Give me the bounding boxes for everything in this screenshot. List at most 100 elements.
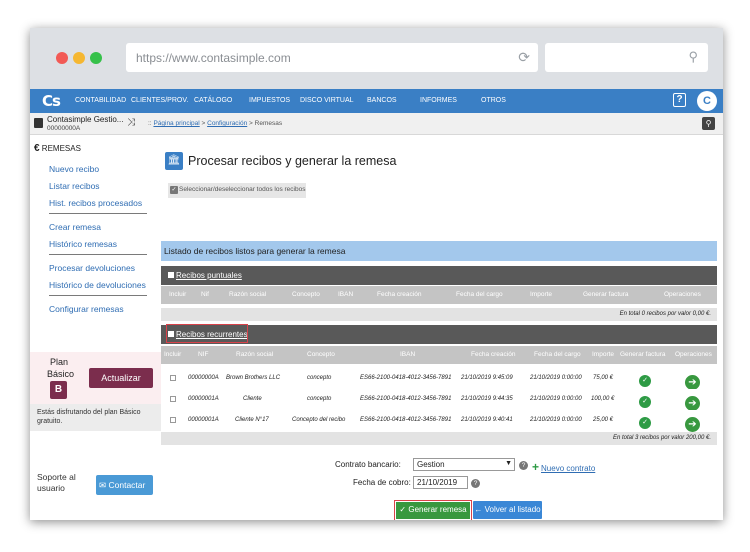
- sidebar-item-configurar-remesas[interactable]: Configurar remesas: [49, 304, 124, 314]
- column-header[interactable]: Importe: [592, 351, 614, 358]
- sidebar-item-historico-remesas[interactable]: Histórico remesas: [49, 239, 117, 249]
- check-circle-icon[interactable]: ✓: [639, 375, 651, 387]
- help-icon[interactable]: ?: [519, 461, 528, 470]
- cell-iban: ES66-2100-0418-4012-3456-7891: [360, 396, 452, 402]
- column-header[interactable]: IBAN: [338, 291, 353, 298]
- include-checkbox[interactable]: [170, 375, 176, 381]
- include-checkbox[interactable]: [170, 396, 176, 402]
- generar-remesa-button[interactable]: ✓ Generar remesa: [394, 500, 472, 520]
- column-header[interactable]: Generar factura: [583, 291, 629, 298]
- sidebar-item-historico-devoluciones[interactable]: Histórico de devoluciones: [49, 280, 146, 290]
- breadcrumb-config-link[interactable]: Configuración: [207, 120, 247, 127]
- contact-label: Contactar: [108, 480, 146, 490]
- sidebar-item-listar-recibos[interactable]: Listar recibos: [49, 181, 100, 191]
- column-header[interactable]: Generar factura: [620, 351, 666, 358]
- help-icon[interactable]: ?: [471, 479, 480, 488]
- breadcrumb-current: Remesas: [254, 120, 283, 127]
- select-all-toggle[interactable]: ✓ Seleccionar/deseleccionar todos los re…: [168, 183, 306, 198]
- recurrentes-column-header: Incluir NIF Razón social Concepto IBAN F…: [161, 346, 717, 364]
- generar-remesa-inner: ✓ Generar remesa: [396, 502, 470, 519]
- switch-company-icon[interactable]: ⤨: [127, 117, 135, 128]
- sidebar: € REMESAS Nuevo recibo Listar recibos Hi…: [30, 135, 161, 520]
- section-checkbox[interactable]: [168, 272, 174, 278]
- section-puntuales[interactable]: Recibos puntuales: [161, 266, 717, 285]
- sidebar-divider: [49, 254, 147, 255]
- plan-box: Plan Básico B Actualizar: [30, 352, 161, 404]
- fecha-input[interactable]: 21/10/2019: [413, 476, 468, 489]
- arrow-right-icon[interactable]: ➔: [685, 417, 700, 432]
- column-header[interactable]: Concepto: [292, 291, 320, 298]
- reload-icon[interactable]: ⟳: [518, 49, 530, 66]
- nav-catalogo[interactable]: CATÁLOGO: [194, 97, 232, 104]
- nav-informes[interactable]: INFORMES: [420, 97, 457, 104]
- column-header[interactable]: Concepto: [307, 351, 335, 358]
- select-all-checkbox[interactable]: ✓: [170, 186, 178, 194]
- nuevo-contrato-label: Nuevo contrato: [541, 464, 596, 473]
- help-icon[interactable]: ?: [673, 93, 686, 107]
- column-header[interactable]: Fecha creación: [471, 351, 515, 358]
- sidebar-item-procesar-devoluciones[interactable]: Procesar devoluciones: [49, 263, 135, 273]
- include-checkbox[interactable]: [170, 417, 176, 423]
- arrow-right-icon[interactable]: ➔: [685, 396, 700, 411]
- company-bar: Contasimple Gestio... 00000000A ⤨ :: Pág…: [30, 113, 723, 135]
- list-header: Listado de recibos listos para generar l…: [161, 241, 717, 261]
- plan-badge: B: [50, 381, 67, 399]
- search-icon[interactable]: ⚲: [688, 49, 698, 65]
- sidebar-item-crear-remesa[interactable]: Crear remesa: [49, 222, 101, 232]
- column-header[interactable]: Fecha del cargo: [534, 351, 581, 358]
- browser-search-bar[interactable]: ⚲: [545, 43, 708, 72]
- puntuales-total: En total 0 recibos por valor 0,00 €.: [619, 311, 711, 317]
- volver-listado-button[interactable]: ← Volver al listado: [473, 501, 542, 519]
- column-header[interactable]: Incluir: [169, 291, 186, 298]
- nuevo-contrato-link[interactable]: + Nuevo contrato: [532, 460, 595, 474]
- check-circle-icon[interactable]: ✓: [639, 417, 651, 429]
- nav-clientes[interactable]: CLIENTES/PROV.: [131, 97, 188, 104]
- column-header[interactable]: Incluir: [164, 351, 181, 358]
- breadcrumb-home-link[interactable]: Página principal: [153, 120, 199, 127]
- nav-bancos[interactable]: BANCOS: [367, 97, 397, 104]
- page-title: Procesar recibos y generar la remesa: [188, 154, 397, 168]
- nav-impuestos[interactable]: IMPUESTOS: [249, 97, 290, 104]
- url-text: https://www.contasimple.com: [136, 51, 291, 65]
- sidebar-divider: [49, 295, 147, 296]
- column-header[interactable]: Nif: [201, 291, 209, 298]
- url-bar[interactable]: https://www.contasimple.com ⟳: [126, 43, 538, 72]
- search-icon[interactable]: ⚲: [702, 117, 715, 130]
- column-header[interactable]: NIF: [198, 351, 208, 358]
- nav-otros[interactable]: OTROS: [481, 97, 506, 104]
- column-header[interactable]: IBAN: [400, 351, 415, 358]
- column-header[interactable]: Razón social: [229, 291, 266, 298]
- column-header[interactable]: Operaciones: [664, 291, 701, 298]
- column-header[interactable]: Razón social: [236, 351, 273, 358]
- contact-button[interactable]: ✉ Contactar: [96, 475, 153, 495]
- nav-disco-virtual[interactable]: DISCO VIRTUAL: [300, 97, 354, 104]
- contasimple-logo[interactable]: Cs: [42, 92, 61, 110]
- section-puntuales-title[interactable]: Recibos puntuales: [176, 271, 242, 280]
- sidebar-item-hist-recibos[interactable]: Hist. recibos procesados: [49, 198, 142, 208]
- company-name[interactable]: Contasimple Gestio...: [47, 115, 123, 124]
- breadcrumb-sep: ::: [148, 120, 152, 127]
- bank-icon: 🏛: [165, 152, 183, 170]
- column-header[interactable]: Importe: [530, 291, 552, 298]
- sidebar-item-nuevo-recibo[interactable]: Nuevo recibo: [49, 164, 99, 174]
- minimize-dot-icon[interactable]: [73, 52, 85, 64]
- check-icon: ✓: [399, 505, 407, 514]
- maximize-dot-icon[interactable]: [90, 52, 102, 64]
- cell-nif: 00000001A: [188, 417, 219, 423]
- upgrade-button[interactable]: Actualizar: [89, 368, 153, 388]
- close-dot-icon[interactable]: [56, 52, 68, 64]
- euro-icon: €: [34, 143, 40, 154]
- nav-contabilidad[interactable]: CONTABILIDAD: [75, 97, 126, 104]
- column-header[interactable]: Fecha creación: [377, 291, 421, 298]
- arrow-right-icon[interactable]: ➔: [685, 375, 700, 390]
- browser-window: https://www.contasimple.com ⟳ ⚲ Cs CONTA…: [30, 28, 723, 520]
- cell-cargo: 21/10/2019 0:00:00: [530, 396, 582, 402]
- contrato-select[interactable]: Gestion ▼: [413, 458, 515, 471]
- sidebar-header: € REMESAS: [34, 143, 81, 154]
- main-content: 🏛 Procesar recibos y generar la remesa ✓…: [161, 135, 723, 520]
- check-circle-icon[interactable]: ✓: [639, 396, 651, 408]
- avatar[interactable]: C: [697, 91, 717, 111]
- volver-listado-label: Volver al listado: [484, 505, 541, 514]
- column-header[interactable]: Operaciones: [675, 351, 712, 358]
- column-header[interactable]: Fecha del cargo: [456, 291, 503, 298]
